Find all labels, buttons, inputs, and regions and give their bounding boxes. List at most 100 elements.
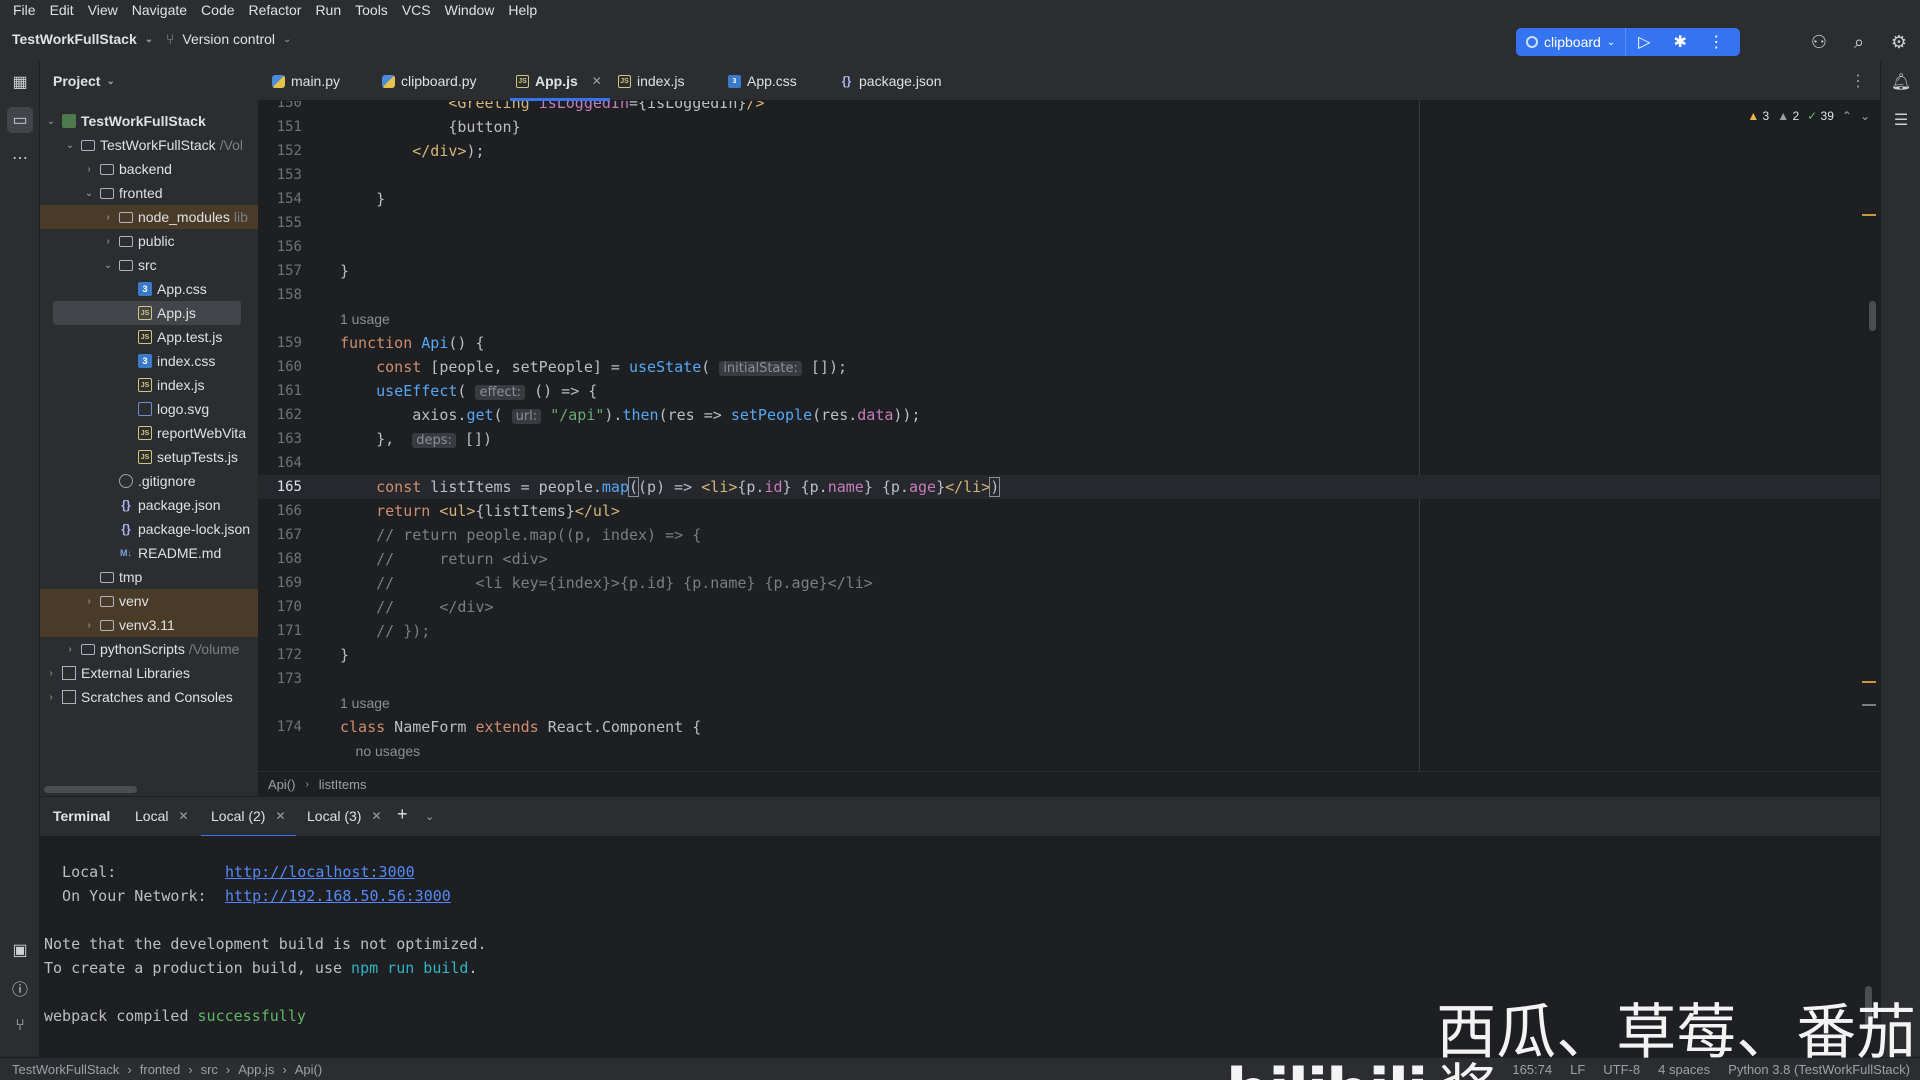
debug-button[interactable]: ✱	[1662, 28, 1698, 56]
tree-item[interactable]: › venv3.11	[40, 613, 258, 637]
menu-item-tools[interactable]: Tools	[348, 2, 395, 18]
tree-item[interactable]: › External Libraries	[40, 661, 258, 685]
chevron-right-icon[interactable]: ›	[82, 620, 96, 631]
code-line[interactable]: axios.get( url: "/api").then(res => setP…	[340, 403, 920, 427]
code-line[interactable]: <Greeting isLoggedIn={isLoggedIn}/>	[340, 101, 764, 115]
close-icon[interactable]: ✕	[178, 809, 188, 823]
code-line[interactable]: }	[340, 187, 385, 211]
code-line[interactable]: useEffect( effect: () => {	[340, 379, 597, 403]
close-icon[interactable]: ✕	[592, 74, 602, 88]
error-stripe-marker[interactable]	[1862, 704, 1876, 706]
indent-setting[interactable]: 4 spaces	[1658, 1062, 1710, 1077]
menu-item-vcs[interactable]: VCS	[395, 2, 438, 18]
chevron-right-icon[interactable]: ›	[44, 668, 58, 679]
caret-position[interactable]: 165:74	[1512, 1062, 1552, 1077]
chevron-right-icon[interactable]: ›	[82, 164, 96, 175]
menu-item-help[interactable]: Help	[501, 2, 544, 18]
close-icon[interactable]: ✕	[275, 809, 285, 823]
tree-item[interactable]: › backend	[40, 157, 258, 181]
tree-item[interactable]: logo.svg	[40, 397, 258, 421]
status-crumb[interactable]: TestWorkFullStack	[12, 1062, 119, 1077]
editor-tab[interactable]: 3 App.css	[728, 61, 797, 101]
structure-icon[interactable]: ▦	[7, 69, 33, 95]
git-icon[interactable]: ⑂	[7, 1013, 33, 1039]
tree-item[interactable]: tmp	[40, 565, 258, 589]
vertical-scrollbar[interactable]	[1865, 986, 1872, 1026]
line-separator[interactable]: LF	[1570, 1062, 1585, 1077]
usage-hint[interactable]: 1 usage	[340, 311, 390, 327]
project-folder-icon[interactable]: ▭	[7, 107, 33, 133]
project-switcher[interactable]: TestWorkFullStack ⌄	[12, 31, 153, 47]
tree-item[interactable]: JS reportWebVita	[40, 421, 258, 445]
code-line[interactable]: // <li key={index}>{p.id} {p.name} {p.ag…	[340, 571, 873, 595]
inspection-widget[interactable]: 3 2 39 ⌃ ⌄	[1747, 109, 1870, 123]
status-crumb[interactable]: fronted	[140, 1062, 180, 1077]
terminal-icon[interactable]: ▣	[7, 937, 33, 963]
usage-hint[interactable]: no usages	[340, 743, 421, 759]
breadcrumb-item[interactable]: listItems	[319, 777, 367, 792]
chevron-down-icon[interactable]: ⌄	[44, 116, 58, 127]
tree-item[interactable]: M↓ README.md	[40, 541, 258, 565]
tree-item[interactable]: ⌄ TestWorkFullStack/Vol	[40, 133, 258, 157]
chevron-right-icon[interactable]: ›	[82, 596, 96, 607]
tree-item[interactable]: {} package.json	[40, 493, 258, 517]
menu-item-edit[interactable]: Edit	[43, 2, 81, 18]
horizontal-scrollbar[interactable]	[44, 786, 137, 793]
tree-item[interactable]: JS App.js	[53, 301, 241, 325]
code-line[interactable]: // return <div>	[340, 547, 548, 571]
tree-item[interactable]: ⌄ fronted	[40, 181, 258, 205]
code-line[interactable]: class NameForm extends React.Component {	[340, 715, 701, 739]
tree-item[interactable]: JS setupTests.js	[40, 445, 258, 469]
local-url-link[interactable]: http://localhost:3000	[225, 863, 415, 881]
status-crumb[interactable]: Api()	[295, 1062, 322, 1077]
editor-tab[interactable]: clipboard.py	[382, 61, 477, 101]
terminal-tab[interactable]: Local (2) ✕	[201, 808, 296, 838]
usage-hint[interactable]: 1 usage	[340, 695, 390, 711]
settings-gear-icon[interactable]: ⚙	[1888, 31, 1910, 53]
menu-item-view[interactable]: View	[81, 2, 125, 18]
new-tab-plus-icon[interactable]: +	[397, 804, 408, 825]
tree-item[interactable]: › node_modules lib	[40, 205, 258, 229]
tree-item[interactable]: {} package-lock.json	[40, 517, 258, 541]
chevron-right-icon[interactable]: ›	[44, 692, 58, 703]
chevron-up-icon[interactable]: ⌃	[1842, 109, 1852, 123]
menu-item-navigate[interactable]: Navigate	[125, 2, 194, 18]
code-line[interactable]: function Api() {	[340, 331, 485, 355]
chevron-down-icon[interactable]: ⌄	[1860, 109, 1870, 123]
run-config-selector[interactable]: clipboard ⌄	[1516, 28, 1627, 56]
run-button[interactable]: ▷	[1626, 28, 1662, 56]
vcs-widget[interactable]: ⑂ Version control ⌄	[166, 31, 291, 47]
problems-icon[interactable]: ⓘ	[7, 975, 33, 1001]
error-stripe-marker[interactable]	[1862, 681, 1876, 683]
chevron-down-icon[interactable]: ⌄	[82, 188, 96, 199]
tree-item[interactable]: JS App.test.js	[40, 325, 258, 349]
editor-tab[interactable]: JS App.js ✕	[510, 61, 610, 101]
more-tools-icon[interactable]: ⋯	[7, 145, 33, 171]
tree-item[interactable]: .gitignore	[40, 469, 258, 493]
chevron-right-icon[interactable]: ›	[101, 212, 115, 223]
file-encoding[interactable]: UTF-8	[1603, 1062, 1640, 1077]
editor-tab[interactable]: {} package.json	[840, 61, 942, 101]
code-line[interactable]: // });	[340, 619, 430, 643]
tree-item[interactable]: › venv	[40, 589, 258, 613]
code-line[interactable]: }	[340, 643, 349, 667]
code-line[interactable]: const [people, setPeople] = useState( in…	[340, 355, 847, 379]
search-icon[interactable]: ⌕	[1848, 31, 1870, 53]
menu-item-file[interactable]: File	[6, 2, 43, 18]
breadcrumb-item[interactable]: Api()	[268, 777, 295, 792]
tree-item[interactable]: › Scratches and Consoles	[40, 685, 258, 709]
tree-item[interactable]: ⌄ TestWorkFullStack	[40, 109, 258, 133]
tabs-more-icon[interactable]: ⋮	[1850, 71, 1866, 91]
chevron-down-icon[interactable]: ⌄	[425, 810, 434, 823]
code-line[interactable]: return <ul>{listItems}</ul>	[340, 499, 620, 523]
terminal-tab[interactable]: Local ✕	[135, 808, 189, 824]
chevron-right-icon[interactable]: ›	[101, 236, 115, 247]
more-actions-button[interactable]: ⋮	[1698, 28, 1734, 56]
code-line[interactable]: }	[340, 259, 349, 283]
interpreter-widget[interactable]: Python 3.8 (TestWorkFullStack)	[1728, 1062, 1910, 1077]
code-editor[interactable]: 3 2 39 ⌃ ⌄ 150 <Greeting isLoggedIn={isL…	[258, 101, 1880, 771]
code-line[interactable]: </div>);	[340, 139, 484, 163]
chevron-right-icon[interactable]: ›	[63, 644, 77, 655]
tree-item[interactable]: › public	[40, 229, 258, 253]
menu-item-run[interactable]: Run	[308, 2, 348, 18]
